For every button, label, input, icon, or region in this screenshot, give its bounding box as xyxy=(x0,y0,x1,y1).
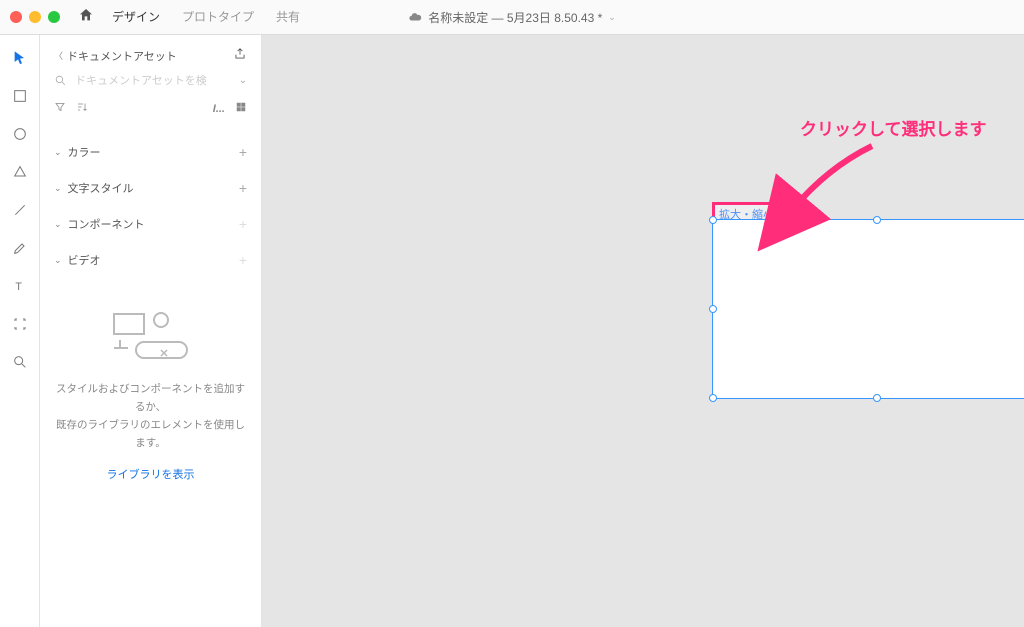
pen-tool[interactable] xyxy=(11,239,29,257)
list-view-icon[interactable]: I... xyxy=(213,103,225,115)
section-video[interactable]: ⌄ビデオ + xyxy=(54,242,247,278)
select-tool[interactable] xyxy=(11,49,29,67)
chevron-down-icon: ⌄ xyxy=(54,255,62,266)
tab-share[interactable]: 共有 xyxy=(276,0,300,37)
add-video[interactable]: + xyxy=(239,252,247,268)
chevron-down-icon: ⌄ xyxy=(54,183,62,194)
annotation-text: クリックして選択します xyxy=(800,115,987,140)
home-icon[interactable] xyxy=(78,7,94,28)
section-color[interactable]: ⌄カラー + xyxy=(54,134,247,170)
svg-text:T: T xyxy=(15,281,22,293)
resize-handle-s[interactable] xyxy=(873,394,881,402)
chevron-down-icon[interactable]: ⌄ xyxy=(239,75,247,86)
minimize-window[interactable] xyxy=(29,11,41,23)
empty-illustration-icon xyxy=(106,306,196,361)
close-window[interactable] xyxy=(10,11,22,23)
search-input[interactable] xyxy=(75,75,231,87)
search-icon xyxy=(54,74,67,87)
filter-icon[interactable] xyxy=(54,101,66,116)
ellipse-tool[interactable] xyxy=(11,125,29,143)
document-title[interactable]: 名称未設定 — 5月23日 8.50.43 * ⌄ xyxy=(408,9,616,26)
canvas[interactable]: 拡大・縮小！ クリックして選択します xyxy=(262,35,1024,627)
rectangle-tool[interactable] xyxy=(11,87,29,105)
titlebar: デザイン プロトタイプ 共有 名称未設定 — 5月23日 8.50.43 * ⌄ xyxy=(0,0,1024,35)
zoom-tool[interactable] xyxy=(11,353,29,371)
chevron-down-icon: ⌄ xyxy=(608,12,616,23)
add-text-style[interactable]: + xyxy=(239,180,247,196)
chevron-down-icon: ⌄ xyxy=(54,219,62,230)
assets-panel: 〈 ドキュメントアセット ⌄ I... ⌄カラー + xyxy=(40,35,262,627)
text-tool[interactable]: T xyxy=(11,277,29,295)
artboard-tool[interactable] xyxy=(11,315,29,333)
section-text-style[interactable]: ⌄文字スタイル + xyxy=(54,170,247,206)
add-color[interactable]: + xyxy=(239,144,247,160)
tab-design[interactable]: デザイン xyxy=(112,0,160,37)
empty-state: スタイルおよびコンポーネントを追加するか、 既存のライブラリのエレメントを使用し… xyxy=(54,306,247,482)
empty-text-2: 既存のライブラリのエレメントを使用します。 xyxy=(54,417,247,453)
maximize-window[interactable] xyxy=(48,11,60,23)
show-library-link[interactable]: ライブラリを表示 xyxy=(54,466,247,482)
tab-prototype[interactable]: プロトタイプ xyxy=(182,0,254,37)
mode-tabs: デザイン プロトタイプ 共有 xyxy=(112,0,300,37)
artboard[interactable] xyxy=(712,219,1024,399)
chevron-left-icon: 〈 xyxy=(54,49,63,62)
resize-handle-nw[interactable] xyxy=(709,216,717,224)
resize-handle-sw[interactable] xyxy=(709,394,717,402)
cloud-icon xyxy=(408,10,422,24)
section-component[interactable]: ⌄コンポーネント + xyxy=(54,206,247,242)
line-tool[interactable] xyxy=(11,201,29,219)
grid-view-icon[interactable] xyxy=(235,101,247,116)
annotation-arrow-icon xyxy=(777,138,882,228)
polygon-tool[interactable] xyxy=(11,163,29,181)
search-row: ⌄ xyxy=(54,74,247,87)
resize-handle-w[interactable] xyxy=(709,305,717,313)
add-component[interactable]: + xyxy=(239,216,247,232)
panel-back[interactable]: 〈 ドキュメントアセット xyxy=(54,48,177,64)
tool-rail: T xyxy=(0,35,40,627)
chevron-down-icon: ⌄ xyxy=(54,147,62,158)
document-title-text: 名称未設定 — 5月23日 8.50.43 * xyxy=(428,9,602,26)
empty-text-1: スタイルおよびコンポーネントを追加するか、 xyxy=(54,381,247,417)
export-icon[interactable] xyxy=(233,47,247,64)
filter-row: I... xyxy=(54,101,247,116)
panel-title: ドキュメントアセット xyxy=(67,48,177,64)
window-controls xyxy=(10,11,60,23)
sort-icon[interactable] xyxy=(76,101,88,116)
